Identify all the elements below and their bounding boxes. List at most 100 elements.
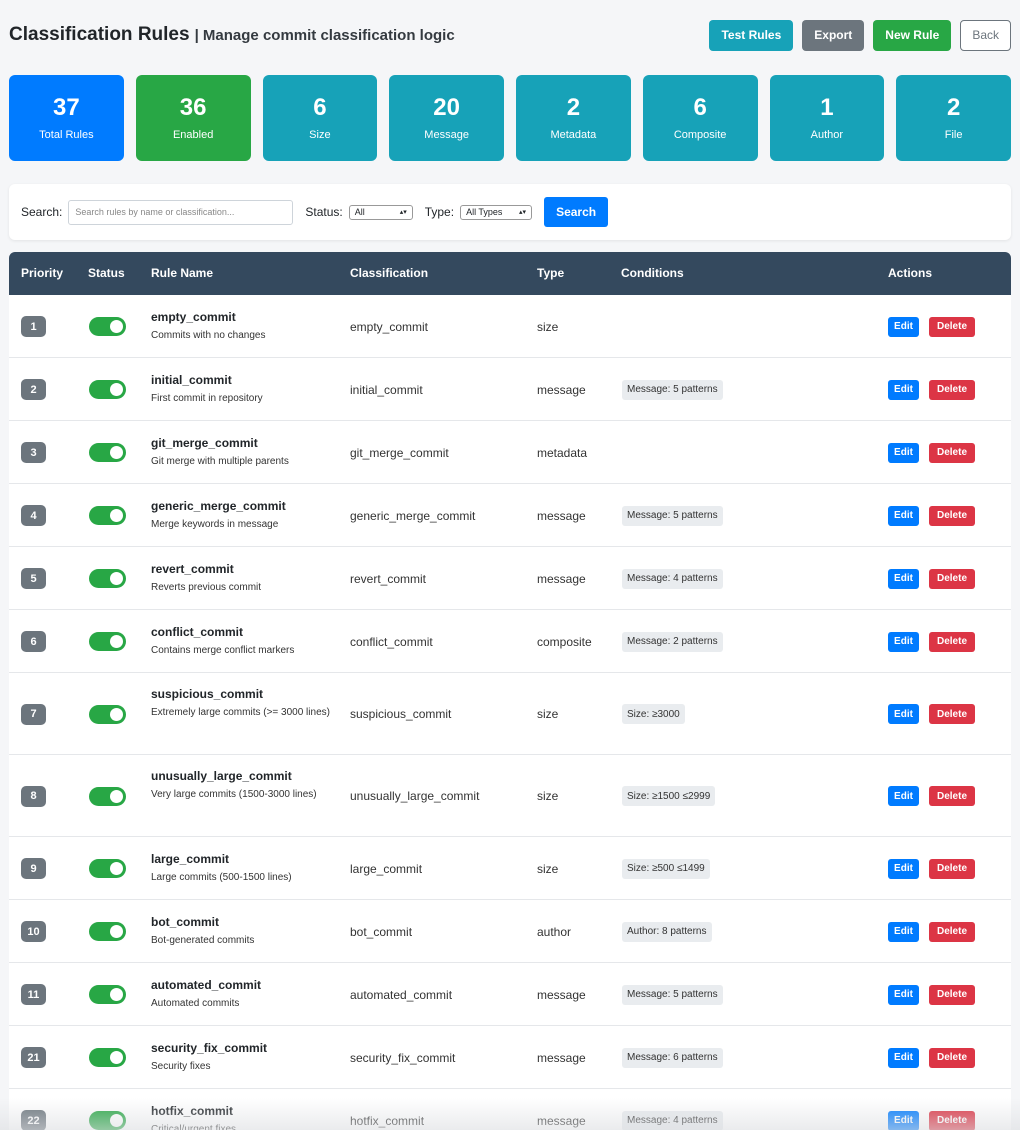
table-row: 8 unusually_large_commit Very large commit… xyxy=(9,755,1011,837)
priority-badge: 1 xyxy=(21,316,46,337)
table-body: 1 empty_commit Commits with no changes empt… xyxy=(9,295,1011,1130)
edit-button[interactable]: Edit xyxy=(888,1110,919,1130)
priority-badge: 2 xyxy=(21,379,46,400)
rule-name: revert_commit xyxy=(151,562,234,576)
type-cell: message xyxy=(537,571,586,586)
edit-button[interactable]: Edit xyxy=(888,704,919,724)
page-header: Classification Rules | Manage commit cla… xyxy=(9,19,1011,51)
type-cell: size xyxy=(537,789,559,803)
classification-cell: security_fix_commit xyxy=(350,1050,456,1065)
edit-button[interactable]: Edit xyxy=(888,442,919,463)
status-toggle[interactable] xyxy=(89,632,126,651)
edit-button[interactable]: Edit xyxy=(888,505,919,526)
status-toggle[interactable] xyxy=(89,380,126,399)
status-toggle[interactable] xyxy=(89,317,126,336)
delete-button[interactable]: Delete xyxy=(929,568,975,589)
stat-card-composite: 6 Composite xyxy=(642,75,758,161)
rule-description: Reverts previous commit xyxy=(151,582,262,593)
delete-button[interactable]: Delete xyxy=(929,921,975,942)
classification-cell: initial_commit xyxy=(350,382,423,397)
column-header-priority: Priority xyxy=(21,266,64,280)
title-group: Classification Rules | Manage commit cla… xyxy=(9,24,455,46)
delete-button[interactable]: Delete xyxy=(929,316,975,337)
type-cell: message xyxy=(537,1113,586,1128)
status-toggle[interactable] xyxy=(89,443,126,462)
delete-button[interactable]: Delete xyxy=(929,631,975,652)
delete-button[interactable]: Delete xyxy=(929,1047,975,1068)
edit-button[interactable]: Edit xyxy=(888,858,919,879)
delete-button[interactable]: Delete xyxy=(929,786,975,806)
edit-button[interactable]: Edit xyxy=(888,921,919,942)
search-button[interactable]: Search xyxy=(544,197,609,227)
status-toggle[interactable] xyxy=(89,859,126,878)
table-row: 21 security_fix_commit Security fixes secur… xyxy=(9,1026,1011,1089)
edit-button[interactable]: Edit xyxy=(888,568,919,589)
rule-description: Merge keywords in message xyxy=(151,519,279,530)
conditions-badge: Message: 5 patterns xyxy=(622,379,723,400)
edit-button[interactable]: Edit xyxy=(888,1047,919,1068)
status-select-value: All xyxy=(354,207,365,217)
status-toggle[interactable] xyxy=(89,1111,126,1130)
back-button[interactable]: Back xyxy=(960,19,1011,51)
rule-name: bot_commit xyxy=(151,915,220,929)
edit-button[interactable]: Edit xyxy=(888,379,919,400)
table-row: 7 suspicious_commit Extremely large commit… xyxy=(9,673,1011,755)
edit-button[interactable]: Edit xyxy=(888,316,919,337)
status-toggle[interactable] xyxy=(89,786,126,806)
conditions-badge: Message: 6 patterns xyxy=(622,1047,723,1068)
type-cell: composite xyxy=(537,634,592,649)
delete-button[interactable]: Delete xyxy=(929,704,975,724)
stat-value: 2 xyxy=(566,93,581,121)
status-select[interactable]: All ▴▾ xyxy=(348,204,413,220)
table-row: 2 initial_commit First commit in repositor… xyxy=(9,358,1011,421)
type-select[interactable]: All Types ▴▾ xyxy=(460,204,533,220)
type-cell: message xyxy=(537,1050,586,1065)
chevron-updown-icon: ▴▾ xyxy=(519,209,527,216)
stat-label: Enabled xyxy=(172,128,214,141)
delete-button[interactable]: Delete xyxy=(929,505,975,526)
status-toggle[interactable] xyxy=(89,569,126,588)
rule-description: Contains merge conflict markers xyxy=(151,645,295,656)
status-toggle[interactable] xyxy=(89,704,126,724)
status-toggle[interactable] xyxy=(89,985,126,1004)
new-rule-button[interactable]: New Rule xyxy=(873,19,952,51)
rule-name: generic_merge_commit xyxy=(151,499,286,513)
stat-label: Total Rules xyxy=(39,128,94,141)
delete-button[interactable]: Delete xyxy=(929,984,975,1005)
status-toggle[interactable] xyxy=(89,1048,126,1067)
classification-cell: large_commit xyxy=(350,861,423,876)
search-input[interactable] xyxy=(68,199,294,225)
priority-badge: 4 xyxy=(21,505,46,526)
rule-description: Bot-generated commits xyxy=(151,935,255,946)
rule-name: git_merge_commit xyxy=(151,436,258,450)
delete-button[interactable]: Delete xyxy=(929,1110,975,1130)
conditions-badge: Message: 5 patterns xyxy=(622,505,723,526)
delete-button[interactable]: Delete xyxy=(929,858,975,879)
rule-name: security_fix_commit xyxy=(151,1041,268,1055)
rule-name: hotfix_commit xyxy=(151,1104,234,1118)
delete-button[interactable]: Delete xyxy=(929,442,975,463)
priority-badge: 7 xyxy=(21,703,46,725)
rule-description: Automated commits xyxy=(151,998,240,1009)
edit-button[interactable]: Edit xyxy=(888,631,919,652)
table-row: 9 large_commit Large commits (500-1500 lin… xyxy=(9,837,1011,900)
test-rules-button[interactable]: Test Rules xyxy=(709,19,794,51)
status-toggle[interactable] xyxy=(89,922,126,941)
classification-cell: automated_commit xyxy=(350,987,453,1002)
type-cell: author xyxy=(537,924,572,939)
rules-table: Priority Status Rule Name Classification… xyxy=(9,252,1011,1130)
rule-description: Extremely large commits (>= 3000 lines) xyxy=(151,707,330,718)
edit-button[interactable]: Edit xyxy=(888,984,919,1005)
edit-button[interactable]: Edit xyxy=(888,786,919,806)
stat-value: 2 xyxy=(946,93,961,121)
type-cell: message xyxy=(537,987,586,1002)
delete-button[interactable]: Delete xyxy=(929,379,975,400)
chevron-updown-icon: ▴▾ xyxy=(399,209,407,216)
export-button[interactable]: Export xyxy=(802,19,865,51)
table-row: 6 conflict_commit Contains merge conflict … xyxy=(9,610,1011,673)
conditions-badge: Size: ≥1500 ≤2999 xyxy=(622,786,716,806)
stat-label: Author xyxy=(810,128,844,141)
rule-description: Git merge with multiple parents xyxy=(151,456,289,467)
stat-card-file: 2 File xyxy=(896,75,1011,161)
status-toggle[interactable] xyxy=(89,506,126,525)
